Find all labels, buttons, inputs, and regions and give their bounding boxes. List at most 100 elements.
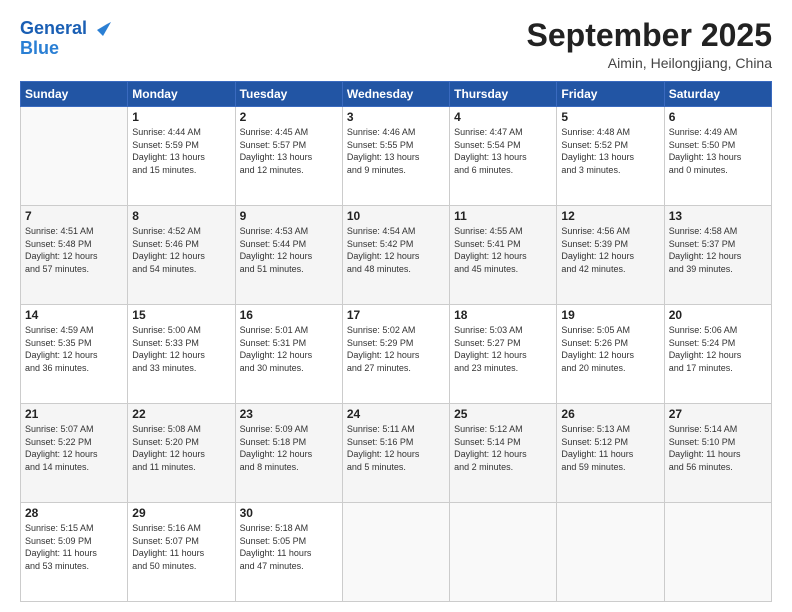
day-info: Sunrise: 5:02 AM Sunset: 5:29 PM Dayligh… — [347, 324, 445, 374]
day-info: Sunrise: 5:01 AM Sunset: 5:31 PM Dayligh… — [240, 324, 338, 374]
day-number: 29 — [132, 506, 230, 520]
calendar-cell: 11Sunrise: 4:55 AM Sunset: 5:41 PM Dayli… — [450, 206, 557, 305]
day-info: Sunrise: 5:12 AM Sunset: 5:14 PM Dayligh… — [454, 423, 552, 473]
day-info: Sunrise: 4:53 AM Sunset: 5:44 PM Dayligh… — [240, 225, 338, 275]
calendar-cell: 4 Sunrise: 4:47 AM Sunset: 5:54 PM Daylig… — [450, 107, 557, 206]
day-info: Sunrise: 4:46 AM Sunset: 5:55 PM Dayligh… — [347, 126, 445, 176]
calendar-cell: 29Sunrise: 5:16 AM Sunset: 5:07 PM Dayli… — [128, 503, 235, 602]
day-info: Sunrise: 5:11 AM Sunset: 5:16 PM Dayligh… — [347, 423, 445, 473]
day-info: Sunrise: 4:56 AM Sunset: 5:39 PM Dayligh… — [561, 225, 659, 275]
week-row-5: 28 Sunrise: 5:15 AM Sunset: 5:09 PM Dayli… — [21, 503, 772, 602]
calendar-cell: 30 Sunrise: 5:18 AM Sunset: 5:05 PM Dayli… — [235, 503, 342, 602]
weekday-saturday: Saturday — [664, 82, 771, 107]
day-number: 27 — [669, 407, 767, 421]
day-number: 9 — [240, 209, 338, 223]
day-info: Sunrise: 4:45 AM Sunset: 5:57 PM Dayligh… — [240, 126, 338, 176]
day-number: 15 — [132, 308, 230, 322]
day-info: Sunrise: 4:51 AM Sunset: 5:48 PM Dayligh… — [25, 225, 123, 275]
day-number: 28 — [25, 506, 123, 520]
calendar-cell: 23 Sunrise: 5:09 AM Sunset: 5:18 PM Dayli… — [235, 404, 342, 503]
week-row-3: 14 Sunrise: 4:59 AM Sunset: 5:35 PM Dayli… — [21, 305, 772, 404]
calendar-cell: 16 Sunrise: 5:01 AM Sunset: 5:31 PM Dayli… — [235, 305, 342, 404]
day-number: 22 — [132, 407, 230, 421]
calendar-cell: 24 Sunrise: 5:11 AM Sunset: 5:16 PM Dayli… — [342, 404, 449, 503]
day-number: 8 — [132, 209, 230, 223]
day-info: Sunrise: 4:44 AM Sunset: 5:59 PM Dayligh… — [132, 126, 230, 176]
day-info: Sunrise: 5:18 AM Sunset: 5:05 PM Dayligh… — [240, 522, 338, 572]
calendar-cell: 14 Sunrise: 4:59 AM Sunset: 5:35 PM Dayli… — [21, 305, 128, 404]
calendar-cell: 9 Sunrise: 4:53 AM Sunset: 5:44 PM Daylig… — [235, 206, 342, 305]
calendar-cell: 27 Sunrise: 5:14 AM Sunset: 5:10 PM Dayli… — [664, 404, 771, 503]
calendar-cell: 18 Sunrise: 5:03 AM Sunset: 5:27 PM Dayli… — [450, 305, 557, 404]
day-number: 18 — [454, 308, 552, 322]
day-number: 1 — [132, 110, 230, 124]
location-subtitle: Aimin, Heilongjiang, China — [527, 55, 772, 71]
day-info: Sunrise: 5:06 AM Sunset: 5:24 PM Dayligh… — [669, 324, 767, 374]
calendar-table: SundayMondayTuesdayWednesdayThursdayFrid… — [20, 81, 772, 602]
calendar-cell: 19 Sunrise: 5:05 AM Sunset: 5:26 PM Dayli… — [557, 305, 664, 404]
calendar-cell: 28 Sunrise: 5:15 AM Sunset: 5:09 PM Dayli… — [21, 503, 128, 602]
day-number: 26 — [561, 407, 659, 421]
day-info: Sunrise: 5:14 AM Sunset: 5:10 PM Dayligh… — [669, 423, 767, 473]
weekday-thursday: Thursday — [450, 82, 557, 107]
title-block: September 2025 Aimin, Heilongjiang, Chin… — [527, 18, 772, 71]
day-number: 5 — [561, 110, 659, 124]
logo-text-blue: Blue — [20, 38, 111, 60]
calendar-cell — [342, 503, 449, 602]
day-number: 3 — [347, 110, 445, 124]
day-info: Sunrise: 4:49 AM Sunset: 5:50 PM Dayligh… — [669, 126, 767, 176]
calendar-cell: 12 Sunrise: 4:56 AM Sunset: 5:39 PM Dayli… — [557, 206, 664, 305]
calendar-cell: 25Sunrise: 5:12 AM Sunset: 5:14 PM Dayli… — [450, 404, 557, 503]
day-info: Sunrise: 4:55 AM Sunset: 5:41 PM Dayligh… — [454, 225, 552, 275]
day-number: 19 — [561, 308, 659, 322]
calendar-cell: 20 Sunrise: 5:06 AM Sunset: 5:24 PM Dayli… — [664, 305, 771, 404]
week-row-4: 21Sunrise: 5:07 AM Sunset: 5:22 PM Dayli… — [21, 404, 772, 503]
weekday-friday: Friday — [557, 82, 664, 107]
day-number: 4 — [454, 110, 552, 124]
day-number: 23 — [240, 407, 338, 421]
calendar-cell: 15Sunrise: 5:00 AM Sunset: 5:33 PM Dayli… — [128, 305, 235, 404]
day-number: 14 — [25, 308, 123, 322]
calendar-cell: 21Sunrise: 5:07 AM Sunset: 5:22 PM Dayli… — [21, 404, 128, 503]
day-info: Sunrise: 4:59 AM Sunset: 5:35 PM Dayligh… — [25, 324, 123, 374]
day-number: 12 — [561, 209, 659, 223]
day-info: Sunrise: 5:09 AM Sunset: 5:18 PM Dayligh… — [240, 423, 338, 473]
logo: General Blue — [20, 18, 111, 60]
day-info: Sunrise: 5:15 AM Sunset: 5:09 PM Dayligh… — [25, 522, 123, 572]
day-info: Sunrise: 5:05 AM Sunset: 5:26 PM Dayligh… — [561, 324, 659, 374]
calendar-cell: 2 Sunrise: 4:45 AM Sunset: 5:57 PM Daylig… — [235, 107, 342, 206]
calendar-cell: 6 Sunrise: 4:49 AM Sunset: 5:50 PM Daylig… — [664, 107, 771, 206]
calendar-cell: 8 Sunrise: 4:52 AM Sunset: 5:46 PM Daylig… — [128, 206, 235, 305]
calendar-cell: 7 Sunrise: 4:51 AM Sunset: 5:48 PM Daylig… — [21, 206, 128, 305]
calendar-cell: 3 Sunrise: 4:46 AM Sunset: 5:55 PM Daylig… — [342, 107, 449, 206]
day-info: Sunrise: 5:08 AM Sunset: 5:20 PM Dayligh… — [132, 423, 230, 473]
day-number: 2 — [240, 110, 338, 124]
calendar-cell: 1 Sunrise: 4:44 AM Sunset: 5:59 PM Daylig… — [128, 107, 235, 206]
calendar-cell: 13Sunrise: 4:58 AM Sunset: 5:37 PM Dayli… — [664, 206, 771, 305]
day-info: Sunrise: 4:47 AM Sunset: 5:54 PM Dayligh… — [454, 126, 552, 176]
day-info: Sunrise: 5:13 AM Sunset: 5:12 PM Dayligh… — [561, 423, 659, 473]
weekday-header-row: SundayMondayTuesdayWednesdayThursdayFrid… — [21, 82, 772, 107]
day-info: Sunrise: 4:52 AM Sunset: 5:46 PM Dayligh… — [132, 225, 230, 275]
day-number: 20 — [669, 308, 767, 322]
week-row-1: 1 Sunrise: 4:44 AM Sunset: 5:59 PM Daylig… — [21, 107, 772, 206]
day-number: 6 — [669, 110, 767, 124]
calendar-cell: 17Sunrise: 5:02 AM Sunset: 5:29 PM Dayli… — [342, 305, 449, 404]
calendar-cell: 26 Sunrise: 5:13 AM Sunset: 5:12 PM Dayli… — [557, 404, 664, 503]
calendar-cell: 5Sunrise: 4:48 AM Sunset: 5:52 PM Daylig… — [557, 107, 664, 206]
day-number: 13 — [669, 209, 767, 223]
page: General Blue September 2025 Aimin, Heilo… — [0, 0, 792, 612]
calendar-cell — [450, 503, 557, 602]
month-title: September 2025 — [527, 18, 772, 53]
calendar-cell — [21, 107, 128, 206]
calendar-cell — [557, 503, 664, 602]
calendar-cell: 22 Sunrise: 5:08 AM Sunset: 5:20 PM Dayli… — [128, 404, 235, 503]
calendar-cell — [664, 503, 771, 602]
day-number: 16 — [240, 308, 338, 322]
weekday-wednesday: Wednesday — [342, 82, 449, 107]
day-number: 7 — [25, 209, 123, 223]
day-number: 24 — [347, 407, 445, 421]
day-number: 30 — [240, 506, 338, 520]
day-info: Sunrise: 4:54 AM Sunset: 5:42 PM Dayligh… — [347, 225, 445, 275]
day-info: Sunrise: 5:03 AM Sunset: 5:27 PM Dayligh… — [454, 324, 552, 374]
